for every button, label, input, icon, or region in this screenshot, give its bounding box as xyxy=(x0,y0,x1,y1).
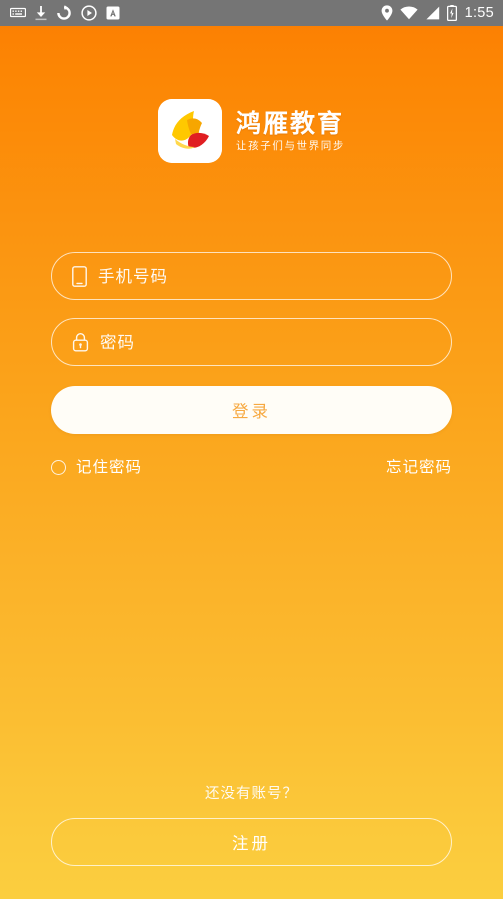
brand-name: 鸿雁教育 xyxy=(236,108,345,138)
forgot-password-link[interactable]: 忘记密码 xyxy=(386,459,452,476)
brand-tagline: 让孩子们与世界同步 xyxy=(236,139,345,152)
status-bar: 1:55 xyxy=(0,0,503,26)
brand-wordmark: 鸿雁教育 让孩子们与世界同步 xyxy=(236,111,345,152)
app-badge-icon xyxy=(106,6,120,20)
login-screen: 1:55 鸿雁教育 让孩子们与世界同步 手机号码 登录 记住密码 忘记密码 还没… xyxy=(0,0,503,899)
lock-icon xyxy=(72,333,89,352)
login-options-row: 记住密码 忘记密码 xyxy=(51,458,452,476)
status-bar-right-icons: 1:55 xyxy=(381,5,494,21)
download-icon xyxy=(35,5,47,20)
branding-block: 鸿雁教育 让孩子们与世界同步 xyxy=(0,99,503,163)
play-circle-icon xyxy=(81,5,97,21)
login-button[interactable]: 登录 xyxy=(51,386,452,434)
remember-password-toggle[interactable]: 记住密码 xyxy=(51,458,143,476)
register-section: 还没有账号？ 注册 xyxy=(51,785,452,866)
app-logo-icon xyxy=(158,99,223,163)
sync-icon xyxy=(57,5,71,20)
remember-password-label: 记住密码 xyxy=(76,458,143,476)
status-bar-clock: 1:55 xyxy=(464,4,494,21)
keyboard-icon xyxy=(10,7,26,18)
register-button[interactable]: 注册 xyxy=(51,818,452,866)
password-input[interactable] xyxy=(100,319,431,365)
remember-password-radio[interactable] xyxy=(51,460,66,476)
location-icon xyxy=(381,5,392,21)
password-field[interactable] xyxy=(51,318,452,366)
phone-field[interactable] xyxy=(51,252,452,300)
phone-input[interactable] xyxy=(98,253,431,299)
status-bar-left-icons xyxy=(10,5,120,21)
cellular-signal-icon xyxy=(425,6,439,20)
wifi-icon xyxy=(399,6,418,20)
login-form: 登录 记住密码 忘记密码 xyxy=(51,252,452,476)
battery-icon xyxy=(446,5,457,21)
no-account-text: 还没有账号？ xyxy=(205,785,298,802)
mobile-phone-icon xyxy=(72,265,87,287)
